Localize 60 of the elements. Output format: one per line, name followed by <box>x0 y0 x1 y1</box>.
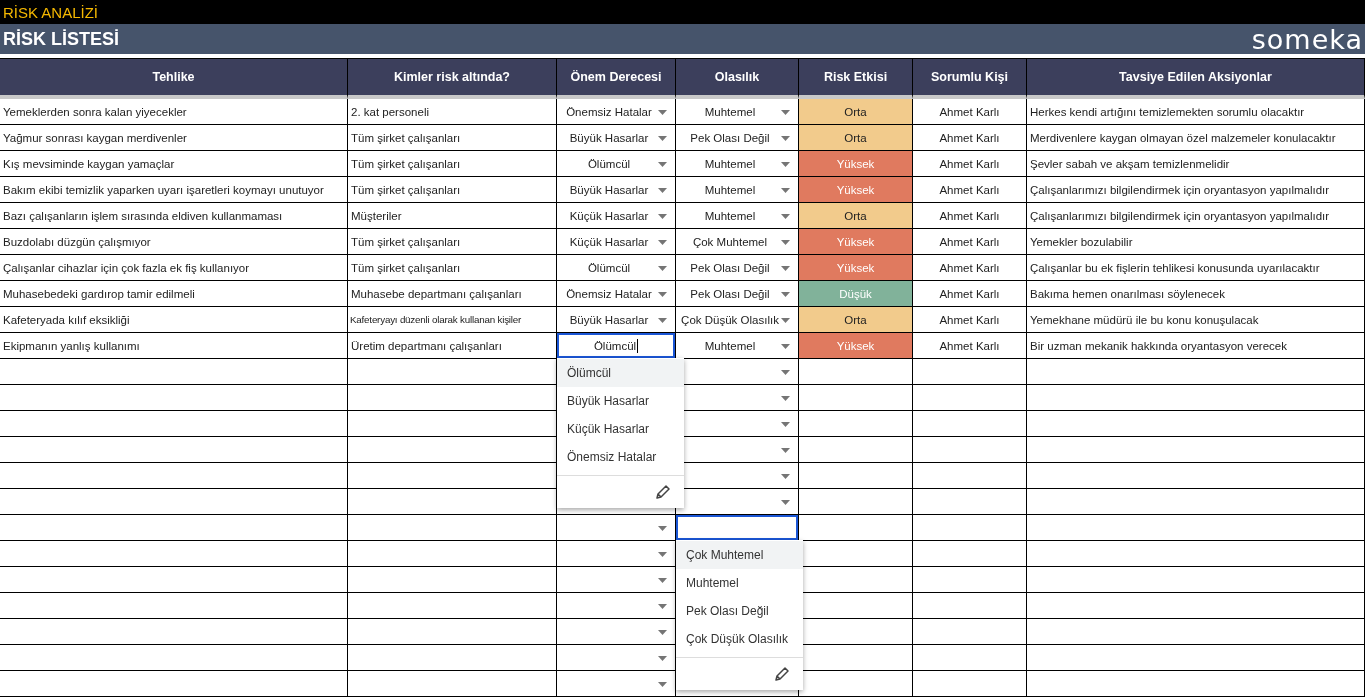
table-cell: Kış mevsiminde kaygan yamaçlar <box>0 151 348 177</box>
table-cell: Ahmet Karlı <box>913 255 1027 281</box>
table-cell: Tüm şirket çalışanları <box>348 125 557 151</box>
table-cell: Bakıma hemen onarılması söylenecek <box>1027 281 1365 307</box>
table-cell: 2. kat personeli <box>348 99 557 125</box>
table-cell: Ahmet Karlı <box>913 229 1027 255</box>
table-cell: Ahmet Karlı <box>913 307 1027 333</box>
table-cell: Merdivenlere kaygan olmayan özel malzemeler konulacaktır <box>1027 125 1365 151</box>
table-cell: Yemekler bozulabilir <box>1027 229 1365 255</box>
risk-level-cell: Yüksek <box>799 333 913 359</box>
table-cell: Tüm şirket çalışanları <box>348 255 557 281</box>
table-cell: Muhasebe departmanı çalışanları <box>348 281 557 307</box>
table-cell: Ahmet Karlı <box>913 125 1027 151</box>
risk-level-cell: Yüksek <box>799 229 913 255</box>
risk-level-cell: Düşük <box>799 281 913 307</box>
risk-level-cell: Orta <box>799 307 913 333</box>
table-cell: Ahmet Karlı <box>913 281 1027 307</box>
table-cell: Üretim departmanı çalışanları <box>348 333 557 359</box>
table-cell: Yemekhane müdürü ile bu konu konuşulacak <box>1027 307 1365 333</box>
table-cell: Buzdolabı düzgün çalışmıyor <box>0 229 348 255</box>
table-cell: Ahmet Karlı <box>913 99 1027 125</box>
table-cell: Şevler sabah ve akşam temizlenmelidir <box>1027 151 1365 177</box>
sheet-title: RİSK LİSTESİ <box>3 28 119 50</box>
table-cell: Tüm şirket çalışanları <box>348 177 557 203</box>
column-header: Tehlike <box>0 59 348 99</box>
table-cell: Tüm şirket çalışanları <box>348 151 557 177</box>
table-cell: Ekipmanın yanlış kullanımı <box>0 333 348 359</box>
risk-level-cell: Yüksek <box>799 177 913 203</box>
table-cell: Muhasebedeki gardırop tamir edilmeli <box>0 281 348 307</box>
column-header: Kimler risk altında? <box>348 59 557 99</box>
table-cell: Çalışanlar bu ek fişlerin tehlikesi konusunda uyarılacaktır <box>1027 255 1365 281</box>
column-header: Olasılık <box>676 59 799 99</box>
table-cell: Çalışanlar cihazlar için çok fazla ek fiş kullanıyor <box>0 255 348 281</box>
column-header: Önem Derecesi <box>557 59 676 99</box>
risk-level-cell: Orta <box>799 99 913 125</box>
table-cell: Herkes kendi artığını temizlemekten sorumlu olacaktır <box>1027 99 1365 125</box>
table-cell: Çalışanlarımızı bilgilendirmek için oryantasyon yapılmalıdır <box>1027 177 1365 203</box>
column-header: Risk Etkisi <box>799 59 913 99</box>
table-cell: Çalışanlarımızı bilgilendirmek için oryantasyon yapılmalıdır <box>1027 203 1365 229</box>
table-cell: Yemeklerden sonra kalan yiyecekler <box>0 99 348 125</box>
table-cell: Ahmet Karlı <box>913 203 1027 229</box>
table-cell: Müşteriler <box>348 203 557 229</box>
table-cell: Kafeteryayı düzenli olarak kullanan kişiler <box>348 307 557 333</box>
table-cell: Bakım ekibi temizlik yaparken uyarı işaretleri koymayı unutuyor <box>0 177 348 203</box>
table-cell: Tüm şirket çalışanları <box>348 229 557 255</box>
column-header: Tavsiye Edilen Aksiyonlar <box>1027 59 1365 99</box>
table-cell: Ahmet Karlı <box>913 151 1027 177</box>
table-cell: Ahmet Karlı <box>913 177 1027 203</box>
risk-level-cell: Orta <box>799 203 913 229</box>
table-cell: Ahmet Karlı <box>913 333 1027 359</box>
app-title: RİSK ANALİZİ <box>3 3 99 21</box>
risk-level-cell: Yüksek <box>799 151 913 177</box>
table-cell: Bir uzman mekanik hakkında oryantasyon verecek <box>1027 333 1365 359</box>
logo: someka <box>1251 23 1363 55</box>
table-cell: Yağmur sonrası kaygan merdivenler <box>0 125 348 151</box>
table-cell: Bazı çalışanların işlem sırasında eldiven kullanmaması <box>0 203 348 229</box>
risk-level-cell: Yüksek <box>799 255 913 281</box>
table-cell: Kafeteryada kılıf eksikliği <box>0 307 348 333</box>
column-header: Sorumlu Kişi <box>913 59 1027 99</box>
risk-level-cell: Orta <box>799 125 913 151</box>
